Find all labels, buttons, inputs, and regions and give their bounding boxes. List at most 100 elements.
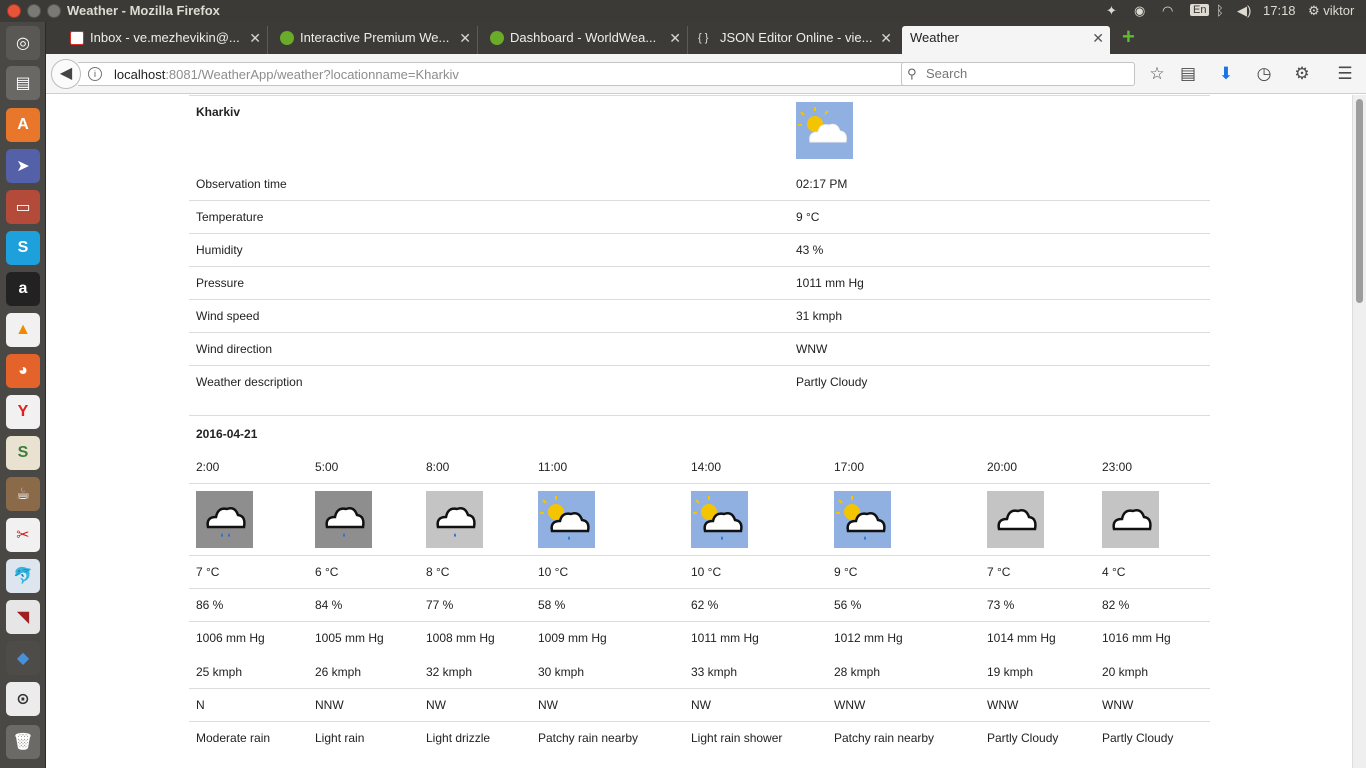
yandex-browser-icon[interactable]: Y xyxy=(6,395,40,429)
forecast-pressure: 1016 mm Hg xyxy=(1102,631,1171,645)
forecast-temp: 8 °C xyxy=(426,565,450,579)
tab-interactive-premium[interactable]: Interactive Premium We... ✕ xyxy=(274,26,478,54)
forecast-time: 2:00 xyxy=(196,460,220,474)
docker-icon[interactable]: ◆ xyxy=(6,641,40,675)
tab-close-icon[interactable]: ✕ xyxy=(459,26,471,50)
screenshot-tool-icon[interactable]: ➤ xyxy=(6,149,40,183)
forecast-desc: Patchy rain nearby xyxy=(834,731,935,745)
cloudy-icon xyxy=(987,491,1044,548)
volume-icon[interactable]: ◀) xyxy=(1237,3,1251,19)
scrollbar-thumb[interactable] xyxy=(1356,99,1363,303)
updater-icon[interactable]: ⊙ xyxy=(6,682,40,716)
forecast-pressure: 1009 mm Hg xyxy=(538,631,607,645)
forecast-humidity: 62 % xyxy=(691,598,719,612)
menu-icon[interactable]: ☰ xyxy=(1334,63,1356,85)
forecast-wind-dir: WNW xyxy=(834,698,866,712)
file-manager-icon[interactable]: ▭ xyxy=(6,190,40,224)
skype-icon[interactable]: S xyxy=(6,231,40,265)
tab-weather[interactable]: Weather ✕ xyxy=(902,26,1110,54)
row-value: 02:17 PM xyxy=(796,177,848,191)
forecast-wind-dir: WNW xyxy=(987,698,1019,712)
slack-icon[interactable]: S xyxy=(6,436,40,470)
forecast-wind-dir-row: N NNW NW NW NW WNW WNW WNW xyxy=(189,689,1210,722)
mysql-workbench-icon[interactable]: 🐬 xyxy=(6,559,40,593)
dash-home-icon[interactable]: ◎ xyxy=(6,26,40,60)
forecast-pressure: 1006 mm Hg xyxy=(196,631,265,645)
forecast-wind-dir: WNW xyxy=(1102,698,1134,712)
wifi-icon[interactable]: ◠ xyxy=(1162,3,1173,19)
clock[interactable]: 17:18 xyxy=(1263,3,1296,18)
amarok-icon[interactable]: a xyxy=(6,272,40,306)
forecast-pressure: 1008 mm Hg xyxy=(426,631,495,645)
java-ee-ide-icon[interactable]: ☕ xyxy=(6,477,40,511)
forecast-temp: 4 °C xyxy=(1102,565,1126,579)
window-close-button[interactable] xyxy=(7,4,21,18)
vlc-icon[interactable]: ▲ xyxy=(6,313,40,347)
reading-list-icon[interactable]: ▤ xyxy=(1177,63,1199,85)
forecast-desc: Light rain xyxy=(315,731,365,745)
forecast-humidity: 77 % xyxy=(426,598,454,612)
forecast-temp: 7 °C xyxy=(196,565,220,579)
firefox-icon[interactable]: ◕ xyxy=(6,354,40,388)
forecast-wind-dir: NW xyxy=(426,698,446,712)
back-button[interactable]: ◀ xyxy=(51,59,81,89)
settings-icon[interactable]: ⚙ xyxy=(1291,63,1313,85)
window-maximize-button[interactable] xyxy=(47,4,61,18)
bluetooth-icon[interactable]: ᛒ xyxy=(1216,3,1224,18)
downloads-icon[interactable]: ⬇ xyxy=(1215,63,1237,85)
row-label: Pressure xyxy=(196,276,245,290)
row-label: Temperature xyxy=(196,210,264,224)
dropbox-icon[interactable]: ✦ xyxy=(1106,3,1117,19)
partly-cloudy-icon xyxy=(796,102,853,159)
window-minimize-button[interactable] xyxy=(27,4,41,18)
workspace-switcher-icon[interactable]: ▤ xyxy=(6,66,40,100)
forecast-temp: 10 °C xyxy=(538,565,569,579)
row-value: 9 °C xyxy=(796,210,820,224)
forecast-date: 2016-04-21 xyxy=(196,427,258,441)
forecast-desc: Partly Cloudy xyxy=(1102,731,1174,745)
tab-close-icon[interactable]: ✕ xyxy=(880,26,892,50)
url-bar[interactable]: i localhost:8081/WeatherApp/weather?loca… xyxy=(78,62,936,86)
tab-close-icon[interactable]: ✕ xyxy=(249,26,261,50)
forecast-temp: 6 °C xyxy=(315,565,339,579)
row-value: 43 % xyxy=(796,243,824,257)
forecast-wind-dir: NW xyxy=(538,698,558,712)
forecast-temp: 7 °C xyxy=(987,565,1011,579)
history-icon[interactable]: ◷ xyxy=(1253,63,1275,85)
forecast-wind-speed: 28 kmph xyxy=(834,665,881,679)
sequel-app-icon[interactable]: ◥ xyxy=(6,600,40,634)
tab-inbox[interactable]: Inbox - ve.mezhevikin@... ✕ xyxy=(64,26,268,54)
keyboard-layout-indicator[interactable]: En xyxy=(1190,4,1210,16)
url-path: :8081/WeatherApp/weather?locationname=Kh… xyxy=(165,67,459,82)
new-tab-button[interactable]: + xyxy=(1122,26,1140,48)
url-text[interactable]: localhost:8081/WeatherApp/weather?locati… xyxy=(114,67,459,82)
tab-dashboard[interactable]: Dashboard - WorldWea... ✕ xyxy=(484,26,688,54)
forecast-time: 8:00 xyxy=(426,460,450,474)
system-top-bar: Weather - Mozilla Firefox ✦ ◉ ◠ En ᛒ ◀) … xyxy=(0,0,1366,22)
site-info-icon[interactable]: i xyxy=(88,67,102,81)
worldweather-icon xyxy=(280,31,294,45)
launcher-bar: ◎ ▤ A ➤ ▭ S a ▲ ◕ Y S ☕ ✂ 🐬 ◥ ◆ ⊙ 🗑 xyxy=(0,22,46,768)
search-input[interactable] xyxy=(926,66,1126,81)
forecast-humidity: 86 % xyxy=(196,598,224,612)
divider xyxy=(189,95,1210,96)
tab-close-icon[interactable]: ✕ xyxy=(669,26,681,50)
forecast-time: 14:00 xyxy=(691,460,722,474)
search-bar[interactable]: ⚲ xyxy=(901,62,1135,86)
scissors-app-icon[interactable]: ✂ xyxy=(6,518,40,552)
bookmark-star-icon[interactable]: ☆ xyxy=(1146,63,1168,85)
forecast-desc-row: Moderate rain Light rain Light drizzle P… xyxy=(189,722,1210,762)
cloudy-icon xyxy=(1102,491,1159,548)
trash-icon[interactable]: 🗑 xyxy=(6,725,40,759)
tab-close-icon[interactable]: ✕ xyxy=(1092,26,1104,50)
forecast-desc: Light rain shower xyxy=(691,731,783,745)
sync-icon[interactable]: ◉ xyxy=(1134,3,1145,19)
tab-json-editor[interactable]: { } JSON Editor Online - vie... ✕ xyxy=(694,26,898,54)
page-scrollbar[interactable] xyxy=(1352,95,1366,768)
forecast-temp: 9 °C xyxy=(834,565,858,579)
navigation-toolbar: i localhost:8081/WeatherApp/weather?loca… xyxy=(46,54,1366,94)
software-center-icon[interactable]: A xyxy=(6,108,40,142)
user-menu[interactable]: ⚙ viktor xyxy=(1308,3,1354,19)
forecast-desc: Moderate rain xyxy=(196,731,271,745)
forecast-pressure: 1012 mm Hg xyxy=(834,631,903,645)
